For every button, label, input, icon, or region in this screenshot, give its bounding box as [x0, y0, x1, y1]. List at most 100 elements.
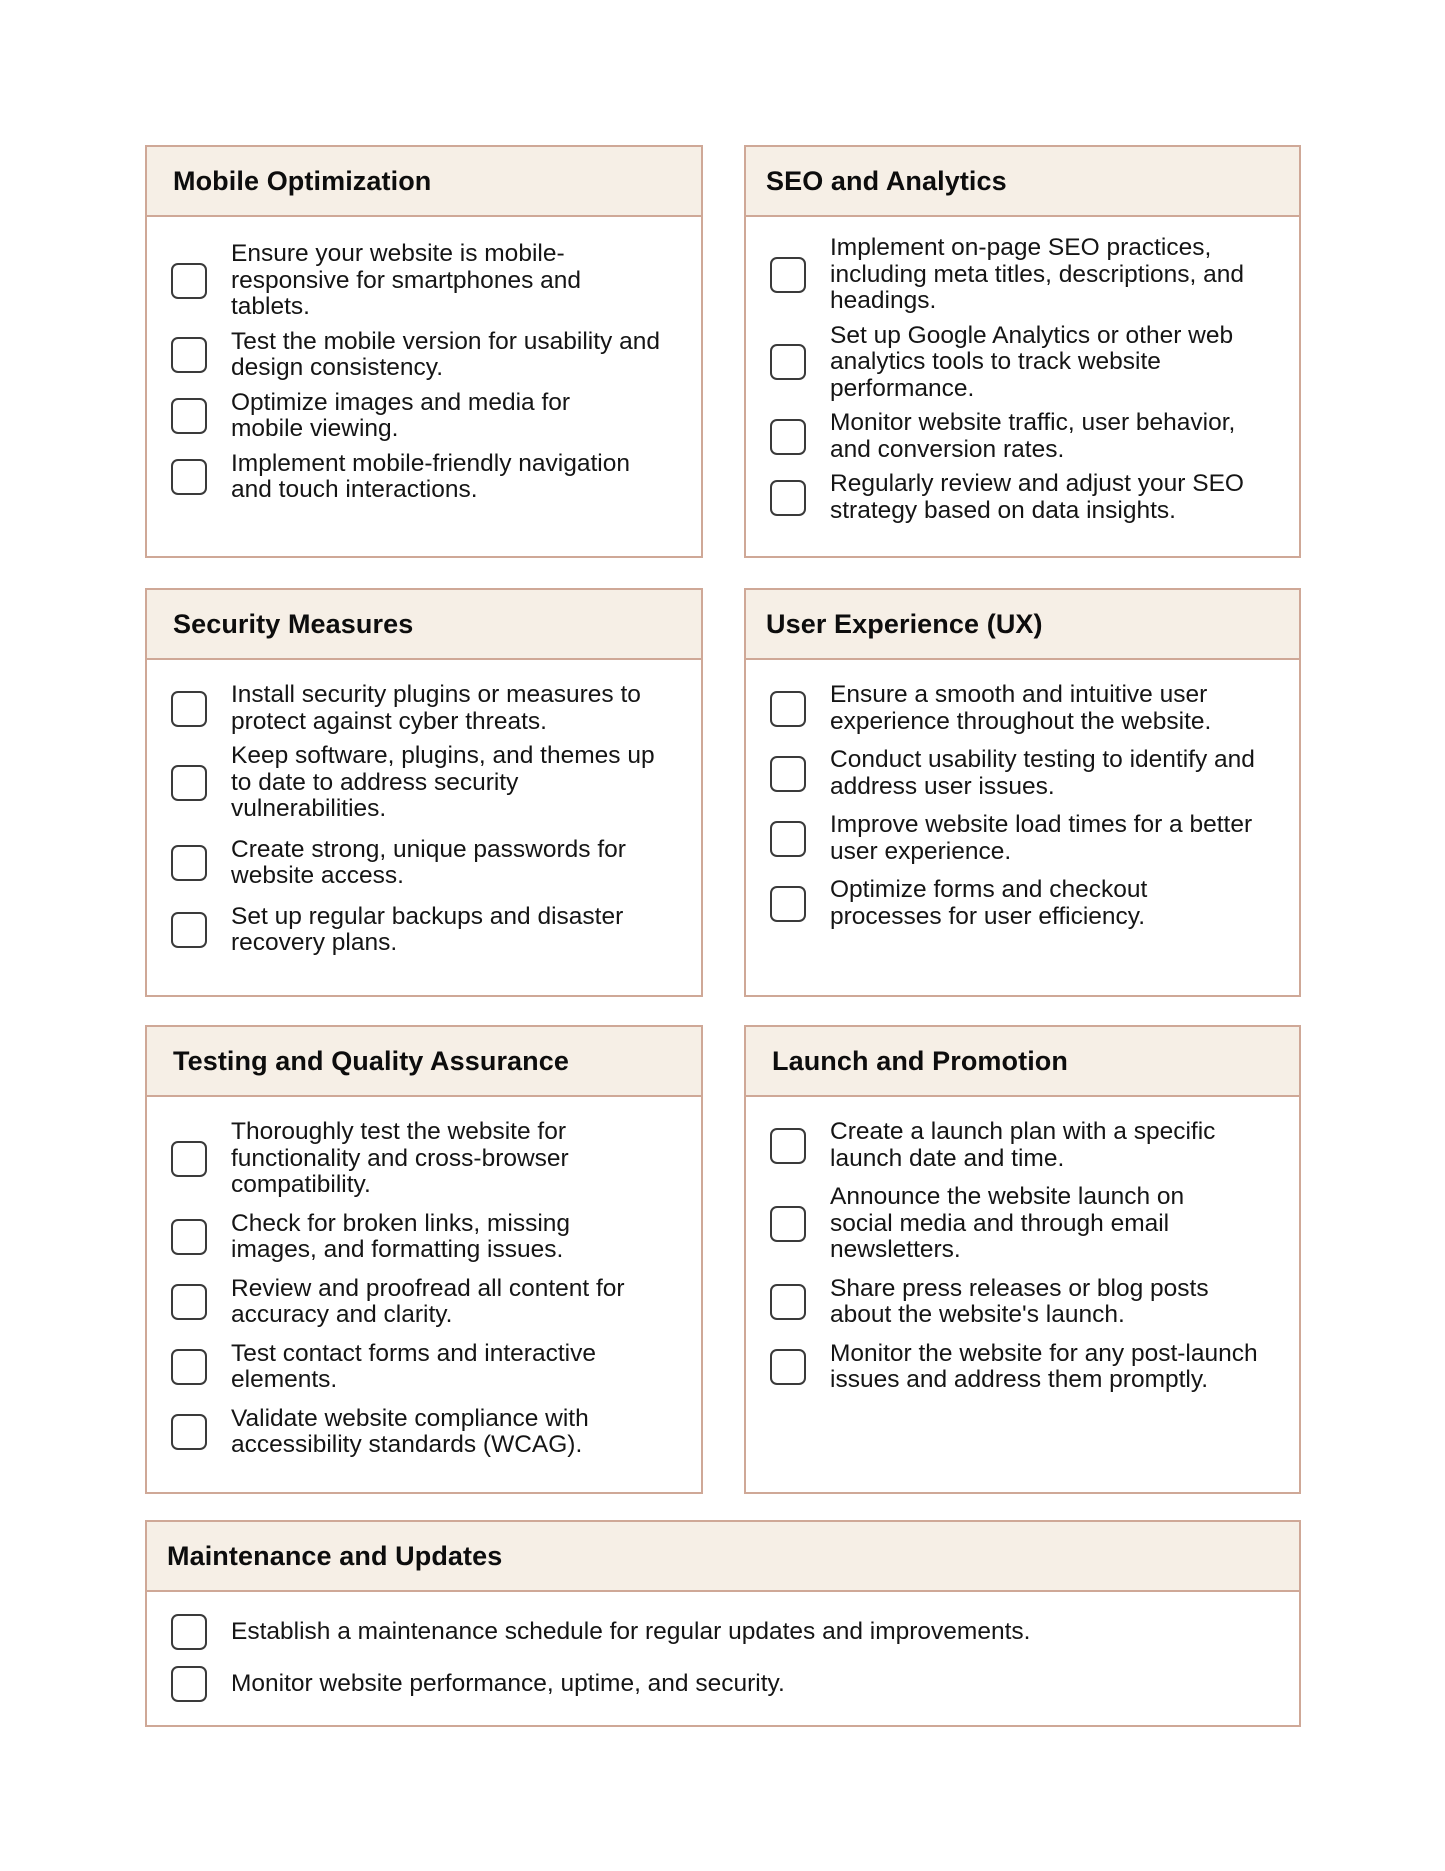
- checklist: Install security plugins or measures to …: [147, 660, 701, 957]
- section-header: User Experience (UX): [746, 590, 1299, 660]
- checklist-item: Implement on-page SEO practices, includi…: [770, 234, 1279, 315]
- item-text: Check for broken links, missing images, …: [231, 1209, 571, 1263]
- checklist: Establish a maintenance schedule for reg…: [147, 1592, 1299, 1702]
- item-text: Monitor website performance, uptime, and…: [231, 1669, 785, 1697]
- section-header: Mobile Optimization: [147, 147, 701, 217]
- item-text: Create a launch plan with a specific lau…: [830, 1118, 1216, 1172]
- section-header: Testing and Quality Assurance: [147, 1027, 701, 1097]
- item-text: Ensure your website is mobile-responsive…: [231, 240, 581, 320]
- item-text: Regularly review and adjust your SEO str…: [830, 470, 1244, 524]
- item-text: Conduct usability testing to identify an…: [830, 746, 1255, 800]
- checklist-item: Implement mobile-friendly navigation and…: [171, 449, 681, 504]
- checkbox-icon[interactable]: [770, 344, 806, 381]
- checkbox-icon[interactable]: [171, 1219, 207, 1255]
- checkbox-icon[interactable]: [171, 262, 207, 299]
- checklist-item: Improve website load times for a better …: [770, 811, 1279, 865]
- section-title: Testing and Quality Assurance: [173, 1045, 569, 1076]
- checklist-item: Monitor website traffic, user behavior, …: [770, 409, 1279, 463]
- checklist-item: Conduct usability testing to identify an…: [770, 746, 1279, 800]
- item-text: Keep software, plugins, and themes up to…: [231, 742, 655, 822]
- item-text: Create strong, unique passwords for webs…: [231, 835, 626, 889]
- checklist-item: Set up Google Analytics or other web ana…: [770, 321, 1279, 403]
- item-text: Test contact forms and interactive eleme…: [231, 1339, 596, 1393]
- section-security-measures: Security Measures Install security plugi…: [145, 588, 703, 997]
- checkbox-icon[interactable]: [171, 398, 207, 434]
- checklist: Create a launch plan with a specific lau…: [746, 1097, 1299, 1394]
- checklist-item: Check for broken links, missing images, …: [171, 1209, 681, 1264]
- checkbox-icon[interactable]: [171, 1140, 207, 1177]
- section-title: SEO and Analytics: [766, 165, 1007, 196]
- checkbox-icon[interactable]: [171, 1284, 207, 1320]
- checkbox-icon[interactable]: [171, 1349, 207, 1385]
- checklist-item: Thoroughly test the website for function…: [171, 1118, 681, 1199]
- checklist: Ensure a smooth and intuitive user exper…: [746, 660, 1299, 930]
- item-text: Monitor the website for any post-launch …: [830, 1339, 1258, 1393]
- checklist-item: Optimize images and media for mobile vie…: [171, 388, 681, 443]
- checklist-item: Set up regular backups and disaster reco…: [171, 902, 681, 957]
- item-text: Monitor website traffic, user behavior, …: [830, 409, 1236, 463]
- checklist-item: Optimize forms and checkout processes fo…: [770, 876, 1279, 930]
- checklist-item: Create strong, unique passwords for webs…: [171, 835, 681, 890]
- checkbox-icon[interactable]: [171, 690, 207, 727]
- checkbox-icon[interactable]: [171, 337, 207, 373]
- checklist-item: Install security plugins or measures to …: [171, 681, 681, 735]
- checklist-item: Review and proofread all content for acc…: [171, 1274, 681, 1329]
- item-text: Validate website compliance with accessi…: [231, 1404, 589, 1458]
- section-header: Launch and Promotion: [746, 1027, 1299, 1097]
- checklist: Ensure your website is mobile-responsive…: [147, 217, 701, 504]
- checkbox-icon[interactable]: [770, 1127, 806, 1164]
- checkbox-icon[interactable]: [171, 1414, 207, 1450]
- checklist-item: Test the mobile version for usability an…: [171, 327, 681, 382]
- checkbox-icon[interactable]: [171, 764, 207, 801]
- checklist-item: Test contact forms and interactive eleme…: [171, 1339, 681, 1394]
- item-text: Ensure a smooth and intuitive user exper…: [830, 681, 1212, 735]
- checklist-item: Validate website compliance with accessi…: [171, 1404, 681, 1459]
- checkbox-icon[interactable]: [171, 459, 207, 495]
- item-text: Review and proofread all content for acc…: [231, 1274, 625, 1328]
- checkbox-icon[interactable]: [770, 885, 806, 922]
- checkbox-icon[interactable]: [770, 690, 806, 727]
- checkbox-icon[interactable]: [171, 845, 207, 881]
- section-testing-qa: Testing and Quality Assurance Thoroughly…: [145, 1025, 703, 1494]
- section-title: Security Measures: [173, 608, 414, 639]
- item-text: Set up regular backups and disaster reco…: [231, 902, 624, 956]
- checkbox-icon[interactable]: [171, 1614, 207, 1650]
- checklist-item: Monitor the website for any post-launch …: [770, 1339, 1279, 1394]
- checkbox-icon[interactable]: [770, 418, 806, 455]
- checklist-item: Monitor website performance, uptime, and…: [171, 1666, 1279, 1702]
- checklist-item: Regularly review and adjust your SEO str…: [770, 470, 1279, 524]
- checklist-item: Announce the website launch on social me…: [770, 1183, 1279, 1264]
- item-text: Set up Google Analytics or other web ana…: [830, 321, 1234, 402]
- checklist-item: Ensure your website is mobile-responsive…: [171, 240, 681, 321]
- checkbox-icon[interactable]: [770, 1284, 806, 1320]
- section-launch-promotion: Launch and Promotion Create a launch pla…: [744, 1025, 1301, 1494]
- checkbox-icon[interactable]: [770, 820, 806, 857]
- section-user-experience: User Experience (UX) Ensure a smooth and…: [744, 588, 1301, 997]
- checklist-item: Share press releases or blog posts about…: [770, 1275, 1279, 1329]
- checkbox-icon[interactable]: [171, 912, 207, 948]
- checklist-item: Establish a maintenance schedule for reg…: [171, 1614, 1279, 1650]
- checkbox-icon[interactable]: [770, 1349, 806, 1385]
- checkbox-icon[interactable]: [770, 1205, 806, 1242]
- item-text: Establish a maintenance schedule for reg…: [231, 1617, 1031, 1645]
- section-seo-analytics: SEO and Analytics Implement on-page SEO …: [744, 145, 1301, 558]
- item-text: Install security plugins or measures to …: [231, 681, 641, 735]
- item-text: Test the mobile version for usability an…: [231, 327, 660, 381]
- item-text: Optimize images and media for mobile vie…: [231, 388, 571, 442]
- checklist-item: Create a launch plan with a specific lau…: [770, 1118, 1279, 1172]
- item-text: Announce the website launch on social me…: [830, 1183, 1185, 1263]
- section-maintenance-updates: Maintenance and Updates Establish a main…: [145, 1520, 1301, 1727]
- checklist: Implement on-page SEO practices, includi…: [746, 217, 1299, 524]
- checkbox-icon[interactable]: [770, 755, 806, 792]
- item-text: Thoroughly test the website for function…: [231, 1118, 569, 1198]
- checkbox-icon[interactable]: [770, 256, 806, 293]
- checklist-item: Keep software, plugins, and themes up to…: [171, 742, 681, 823]
- item-text: Optimize forms and checkout processes fo…: [830, 876, 1148, 930]
- section-title: Mobile Optimization: [173, 165, 432, 196]
- item-text: Improve website load times for a better …: [830, 811, 1253, 865]
- section-title: Launch and Promotion: [772, 1045, 1068, 1076]
- checkbox-icon[interactable]: [171, 1666, 207, 1702]
- section-header: Security Measures: [147, 590, 701, 660]
- checkbox-icon[interactable]: [770, 479, 806, 516]
- item-text: Implement mobile-friendly navigation and…: [231, 449, 630, 503]
